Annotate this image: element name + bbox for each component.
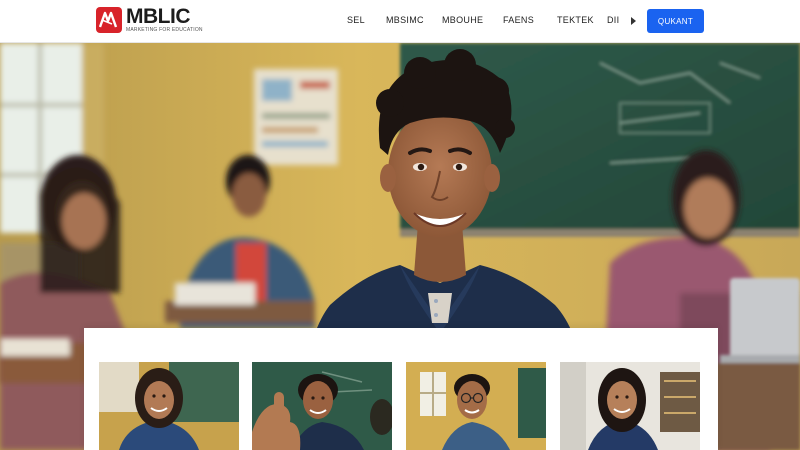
gallery-item-1[interactable]: [99, 362, 239, 450]
logo-mark-icon: [96, 7, 122, 33]
nav-item-sel[interactable]: SEL: [347, 15, 365, 25]
nav-item-mbsimc[interactable]: MBSIMC: [386, 15, 424, 25]
student-photo-2: [252, 362, 392, 450]
gallery-card: [84, 328, 718, 450]
student-photo-1: [99, 362, 239, 450]
cta-button[interactable]: QUKANT: [647, 9, 704, 33]
nav-item-tektek[interactable]: TEKTEK: [557, 15, 594, 25]
brand-tagline: MARKETING FOR EDUCATION: [126, 27, 203, 33]
landing-page: MBLIC MARKETING FOR EDUCATION SEL MBSIMC…: [0, 0, 800, 450]
gallery-item-2[interactable]: [252, 362, 392, 450]
play-arrow-icon[interactable]: [631, 17, 636, 25]
site-header: MBLIC MARKETING FOR EDUCATION SEL MBSIMC…: [0, 0, 800, 43]
gallery-item-4[interactable]: [560, 362, 700, 450]
nav-item-faens[interactable]: FAENS: [503, 15, 534, 25]
student-photo-4: [560, 362, 700, 450]
nav-item-dii[interactable]: DII: [607, 15, 619, 25]
gallery-item-3[interactable]: [406, 362, 546, 450]
brand-name: MBLIC: [126, 5, 190, 28]
nav-item-mbouhe[interactable]: MBOUHE: [442, 15, 483, 25]
student-photo-3: [406, 362, 546, 450]
brand-logo[interactable]: MBLIC MARKETING FOR EDUCATION: [96, 5, 203, 34]
